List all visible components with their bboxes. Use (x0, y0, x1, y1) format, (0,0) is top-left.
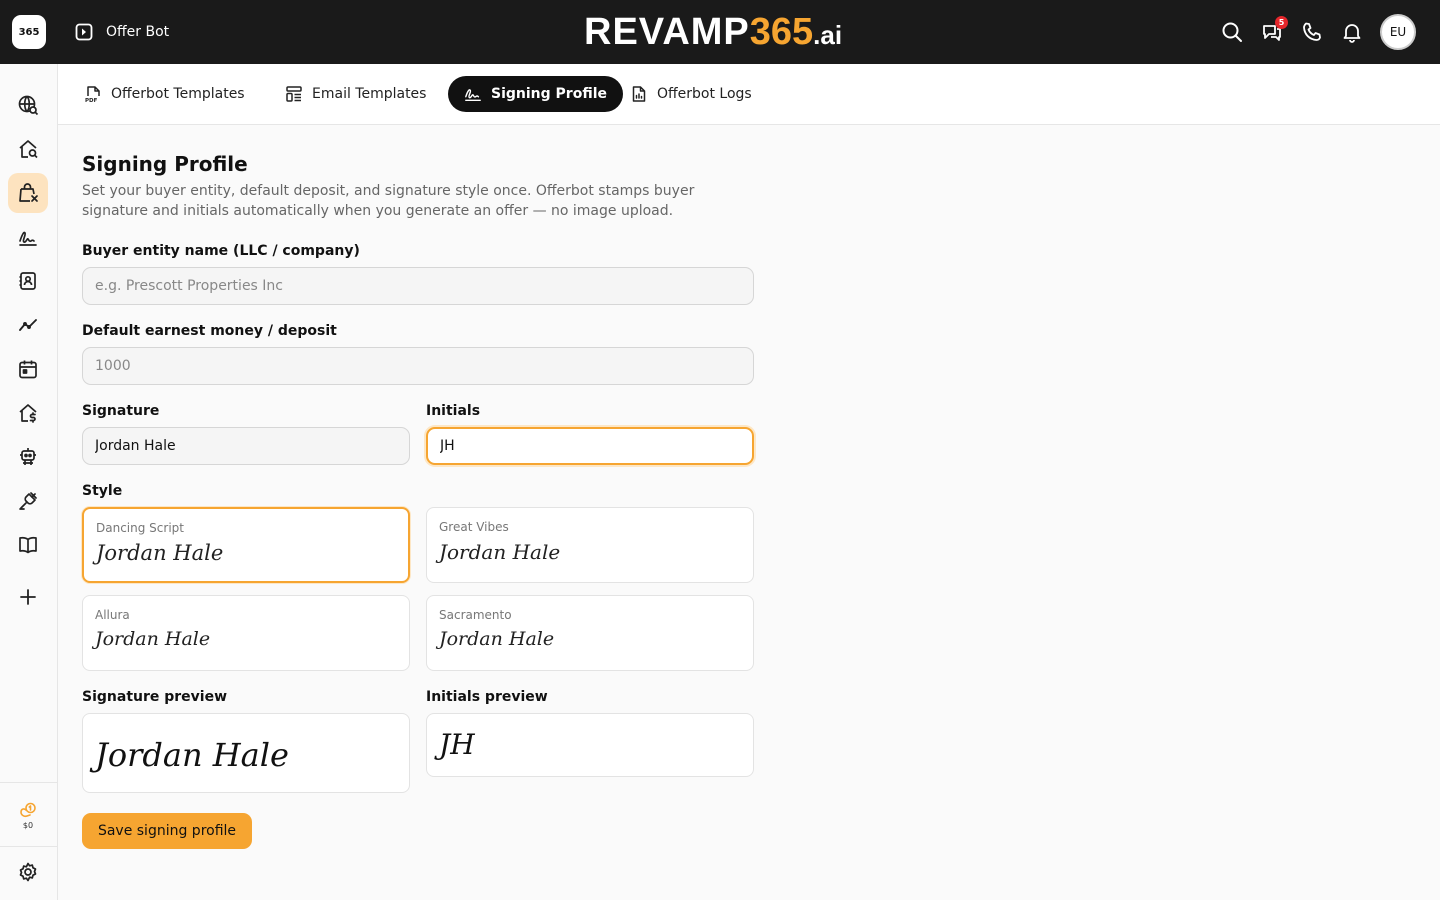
sidebar: $0 (0, 64, 58, 900)
tab-label: Signing Profile (491, 86, 607, 102)
app-logo-text: 365 (18, 26, 40, 38)
style-name: Allura (95, 608, 130, 622)
style-option-allura[interactable]: Allura Jordan Hale (82, 595, 410, 671)
tabs-bar: PDF Offerbot Templates Email Templates S… (58, 64, 1440, 125)
sidebar-divider (0, 846, 58, 847)
style-option-great-vibes[interactable]: Great Vibes Jordan Hale (426, 507, 754, 583)
style-sample: Jordan Hale (96, 541, 224, 565)
template-icon (285, 85, 303, 103)
plus-icon[interactable] (8, 577, 48, 617)
messages-icon[interactable]: 5 (1260, 16, 1288, 44)
style-name: Great Vibes (439, 520, 509, 534)
notification-badge: 5 (1275, 16, 1288, 29)
top-bar: 365 Offer Bot REVAMP 365 .ai 5 EU (0, 0, 1440, 64)
tab-label: Offerbot Logs (657, 86, 752, 102)
initials-input[interactable] (426, 427, 754, 465)
signature-input[interactable] (82, 427, 410, 465)
deposit-label: Default earnest money / deposit (82, 323, 337, 339)
deposit-input[interactable] (82, 347, 754, 385)
app-logo[interactable]: 365 (12, 15, 46, 49)
tab-offerbot-templates[interactable]: PDF Offerbot Templates (68, 76, 261, 112)
entity-label: Buyer entity name (LLC / company) (82, 243, 360, 259)
entity-name-input[interactable] (82, 267, 754, 305)
style-sample: Jordan Hale (439, 540, 561, 564)
signature-icon (464, 85, 482, 103)
signature-label: Signature (82, 403, 160, 419)
log-file-icon (630, 85, 648, 103)
brand-suffix: .ai (813, 20, 843, 50)
trend-line-icon[interactable] (8, 305, 48, 345)
avatar-initials: EU (1389, 25, 1407, 39)
page-title: Signing Profile (82, 152, 248, 176)
style-label: Style (82, 483, 123, 499)
tab-label: Offerbot Templates (111, 86, 245, 102)
style-name: Dancing Script (96, 521, 184, 535)
style-option-dancing-script[interactable]: Dancing Script Jordan Hale (82, 507, 410, 583)
panel-toggle-icon[interactable] (74, 22, 94, 42)
home-dollar-icon[interactable] (8, 393, 48, 433)
home-search-icon[interactable] (8, 129, 48, 169)
brand-number: 365 (749, 11, 814, 53)
save-signing-profile-button[interactable]: Save signing profile (82, 813, 252, 849)
initials-preview: JH (426, 713, 754, 777)
gear-icon[interactable] (8, 852, 48, 892)
tab-label: Email Templates (312, 86, 427, 102)
contacts-book-icon[interactable] (8, 261, 48, 301)
shopping-bag-icon[interactable] (8, 173, 48, 213)
search-icon[interactable] (1220, 20, 1244, 44)
page-description: Set your buyer entity, default deposit, … (82, 183, 695, 219)
initials-preview-text: JH (439, 728, 475, 761)
app-title: Offer Bot (106, 24, 170, 40)
style-name: Sacramento (439, 608, 512, 622)
plug-icon[interactable] (8, 481, 48, 521)
credits-coin-icon (20, 802, 36, 818)
globe-search-icon[interactable] (8, 85, 48, 125)
credits-widget[interactable]: $0 (8, 796, 48, 836)
initials-label: Initials (426, 403, 481, 419)
phone-icon[interactable] (1300, 20, 1324, 44)
user-avatar[interactable]: EU (1380, 14, 1416, 50)
calendar-icon[interactable] (8, 349, 48, 389)
brand-logo: REVAMP 365 .ai (584, 10, 842, 54)
signature-icon[interactable] (8, 217, 48, 257)
pdf-file-icon: PDF (84, 85, 102, 103)
credits-balance: $0 (22, 821, 34, 830)
style-option-sacramento[interactable]: Sacramento Jordan Hale (426, 595, 754, 671)
svg-text:PDF: PDF (85, 98, 98, 103)
signature-preview-label: Signature preview (82, 689, 228, 705)
signature-preview: Jordan Hale (82, 713, 410, 793)
style-sample: Jordan Hale (95, 628, 211, 650)
tab-email-templates[interactable]: Email Templates (269, 76, 442, 112)
book-icon[interactable] (8, 525, 48, 565)
sidebar-divider (0, 782, 58, 783)
tab-signing-profile[interactable]: Signing Profile (448, 76, 623, 112)
bell-icon[interactable] (1340, 20, 1364, 44)
tab-offerbot-logs[interactable]: Offerbot Logs (614, 76, 768, 112)
initials-preview-label: Initials preview (426, 689, 548, 705)
robot-icon[interactable] (8, 437, 48, 477)
style-sample: Jordan Hale (439, 628, 555, 650)
brand-main: REVAMP (584, 11, 750, 53)
signature-preview-text: Jordan Hale (95, 736, 289, 774)
